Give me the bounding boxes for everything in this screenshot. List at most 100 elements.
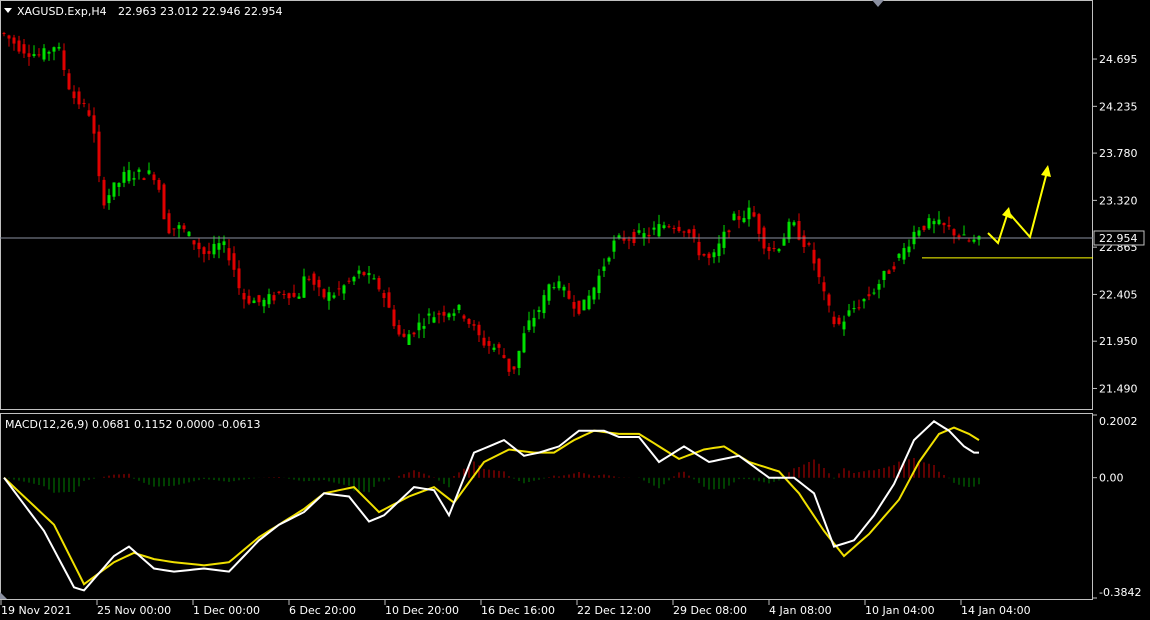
- candle: [97, 124, 101, 183]
- time-tick-label: 29 Dec 08:00: [673, 604, 747, 617]
- menu-triangle-icon[interactable]: [4, 8, 12, 13]
- time-tick-label: 22 Dec 12:00: [577, 604, 651, 617]
- macd-tick-label: 0.00: [1099, 472, 1124, 485]
- trading-chart[interactable]: 24.69524.23523.78023.32022.86522.40521.9…: [0, 0, 1150, 620]
- candle-body: [727, 230, 731, 233]
- candle-body: [12, 37, 16, 44]
- candle-body: [362, 272, 366, 276]
- candle-body: [542, 295, 546, 314]
- candle-body: [177, 225, 181, 229]
- candle: [767, 243, 771, 260]
- candle-body: [497, 344, 501, 348]
- candle: [552, 282, 556, 290]
- candle-body: [777, 249, 781, 252]
- macd-histogram: [8, 457, 980, 493]
- candle-body: [642, 233, 646, 239]
- candle-body: [472, 324, 476, 326]
- candle: [422, 318, 426, 338]
- candle: [802, 230, 806, 253]
- candle: [537, 306, 541, 320]
- candle-body: [172, 228, 176, 230]
- candle: [732, 211, 736, 221]
- chart-scroll-marker-icon[interactable]: [872, 0, 884, 7]
- chart-shift-marker-icon[interactable]: [0, 592, 7, 599]
- candle-body: [527, 320, 531, 330]
- candle-body: [102, 179, 106, 206]
- candle: [592, 286, 596, 305]
- candle: [17, 35, 21, 54]
- candle: [487, 336, 491, 354]
- macd-tick-label: -0.3842: [1099, 586, 1141, 599]
- candle: [27, 44, 31, 66]
- candle-body: [347, 280, 351, 282]
- candle: [857, 299, 861, 311]
- candle-body: [112, 182, 116, 197]
- candle-body: [467, 318, 471, 325]
- candle-body: [272, 295, 276, 301]
- candle: [282, 290, 286, 299]
- candle-body: [302, 276, 306, 298]
- candle: [722, 225, 726, 255]
- candle: [22, 39, 26, 59]
- candle-body: [242, 293, 246, 300]
- candle: [52, 46, 56, 61]
- candle: [662, 221, 666, 230]
- price-tick-label: 23.320: [1099, 194, 1138, 207]
- candle-body: [547, 284, 551, 301]
- candle-body: [817, 258, 821, 278]
- candle-body: [67, 73, 71, 90]
- candle-body: [137, 169, 141, 172]
- candle-body: [557, 281, 561, 289]
- candle: [822, 276, 826, 301]
- candle-body: [357, 270, 361, 274]
- candle-body: [7, 35, 11, 39]
- candle: [152, 171, 156, 185]
- candle: [932, 218, 936, 234]
- candle-body: [367, 273, 371, 276]
- candle: [867, 286, 871, 301]
- candle: [707, 251, 711, 266]
- candle: [972, 234, 976, 244]
- candle-body: [702, 254, 706, 256]
- candle-body: [862, 298, 866, 302]
- price-tick-label: 24.235: [1099, 100, 1138, 113]
- candle: [62, 43, 66, 77]
- candle: [267, 288, 271, 308]
- price-candles: [0, 31, 1093, 377]
- candle-body: [757, 214, 761, 234]
- candle-body: [282, 293, 286, 295]
- time-tick-label: 4 Jan 08:00: [769, 604, 832, 617]
- candle: [717, 235, 721, 263]
- candle: [217, 235, 221, 259]
- candle-body: [682, 231, 686, 233]
- candle: [397, 319, 401, 337]
- candle: [832, 311, 836, 328]
- candle: [632, 229, 636, 246]
- candle-body: [457, 304, 461, 311]
- candle: [112, 182, 116, 201]
- candle: [452, 308, 456, 321]
- macd-lines: [3, 420, 980, 592]
- candle: [497, 342, 501, 355]
- candle-body: [147, 170, 151, 174]
- candle-body: [552, 287, 556, 289]
- candle-body: [292, 292, 296, 297]
- candle: [657, 214, 661, 238]
- time-tick-label: 10 Jan 04:00: [865, 604, 935, 617]
- candle: [182, 222, 186, 233]
- candle-body: [92, 115, 96, 134]
- candle-body: [132, 178, 136, 180]
- candle-body: [287, 293, 291, 299]
- candle-body: [857, 307, 861, 309]
- candle-body: [922, 225, 926, 230]
- candle-body: [82, 102, 86, 104]
- candle: [367, 266, 371, 284]
- candle-body: [842, 321, 846, 330]
- candle: [862, 298, 866, 309]
- candle: [912, 225, 916, 250]
- candle: [907, 239, 911, 257]
- candle: [82, 98, 86, 108]
- candle: [407, 330, 411, 346]
- candle-body: [232, 253, 236, 270]
- candle-body: [182, 225, 186, 230]
